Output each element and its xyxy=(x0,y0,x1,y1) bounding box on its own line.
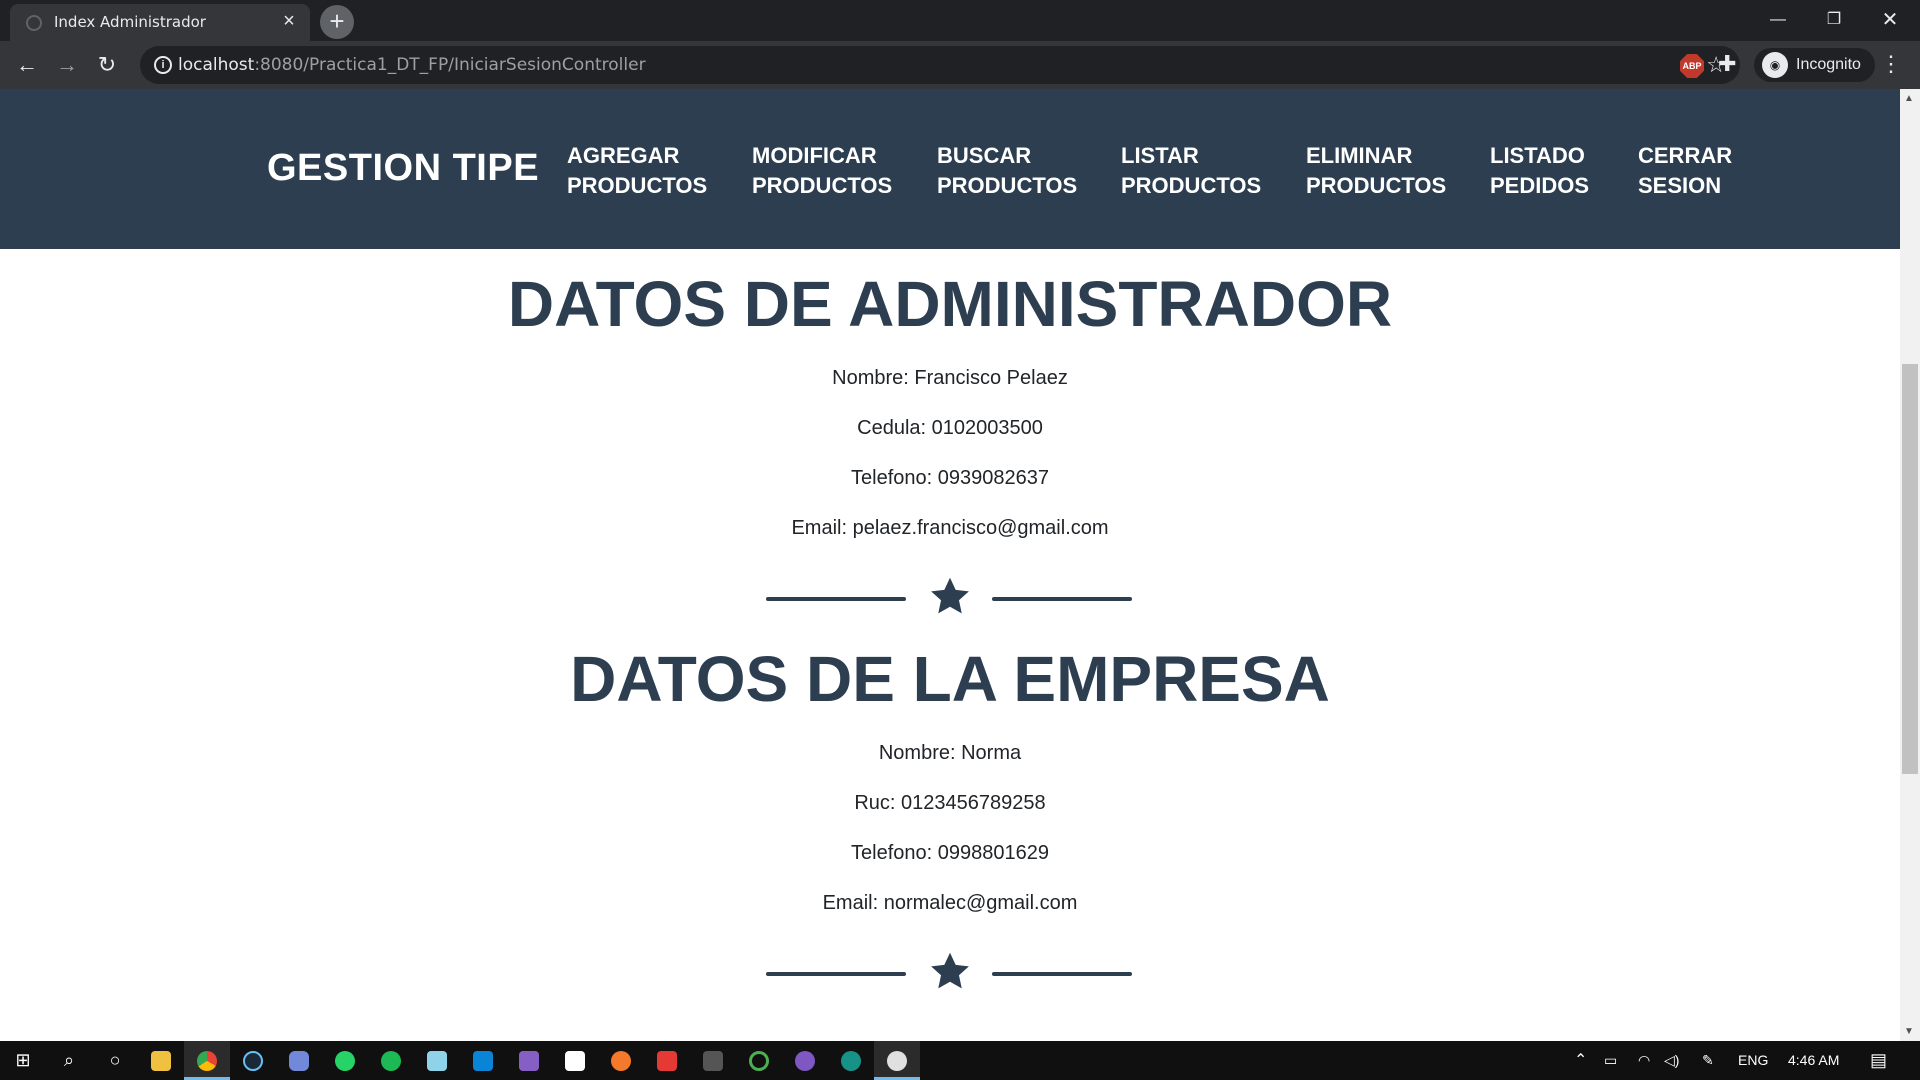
divider-line-right xyxy=(992,972,1132,976)
language-indicator[interactable]: ENG xyxy=(1738,1041,1768,1080)
insect-app-icon[interactable] xyxy=(690,1041,736,1080)
loading-favicon-icon xyxy=(26,15,42,31)
nav-label-line2: PRODUCTOS xyxy=(1306,173,1447,198)
star-divider xyxy=(766,577,1134,621)
steam-icon[interactable] xyxy=(230,1041,276,1080)
search-icon[interactable]: ⌕ xyxy=(46,1041,92,1080)
notifications-icon[interactable]: ▤ xyxy=(1870,1041,1887,1080)
nav-label-line1: AGREGAR xyxy=(567,143,680,168)
star-divider xyxy=(766,952,1134,996)
java-app-icon[interactable] xyxy=(874,1041,920,1080)
divider-line-left xyxy=(766,597,906,601)
admin-email: Email: pelaez.francisco@gmail.com xyxy=(791,517,1109,539)
unity-icon[interactable] xyxy=(552,1041,598,1080)
admin-section-title: DATOS DE ADMINISTRADOR xyxy=(507,268,1393,340)
loading-ring-icon[interactable] xyxy=(736,1041,782,1080)
scroll-up-arrow-icon[interactable]: ▲ xyxy=(1904,93,1914,104)
gitkraken-icon[interactable] xyxy=(828,1041,874,1080)
volume-icon[interactable]: ◁) xyxy=(1664,1041,1679,1080)
page-viewport: GESTION TIPE AGREGAR PRODUCTOS MODIFICAR P… xyxy=(0,89,1920,1041)
spotify-icon[interactable] xyxy=(368,1041,414,1080)
file-explorer-icon[interactable] xyxy=(138,1041,184,1080)
restore-icon[interactable]: ❐ xyxy=(1806,0,1862,40)
incognito-indicator[interactable]: ◉ Incognito xyxy=(1754,48,1875,82)
browser-tab[interactable]: Index Administrador × xyxy=(10,4,310,41)
nav-label-line2: PRODUCTOS xyxy=(1121,173,1262,198)
browser-titlebar: Index Administrador × + — ❐ ✕ xyxy=(0,0,1920,41)
browser-toolbar: ← → ↻ i localhost:8080/Practica1_DT_FP/I… xyxy=(0,41,1920,89)
incognito-icon: ◉ xyxy=(1762,52,1788,78)
nav-label-line1: CERRAR xyxy=(1638,143,1733,168)
admin-nombre: Nombre: Francisco Pelaez xyxy=(832,367,1068,389)
nav-label-line2: PEDIDOS xyxy=(1490,173,1590,198)
tab-title: Index Administrador xyxy=(54,13,206,31)
incognito-label: Incognito xyxy=(1796,56,1861,73)
empresa-ruc: Ruc: 0123456789258 xyxy=(854,792,1046,814)
window-close-icon[interactable]: ✕ xyxy=(1862,0,1918,40)
divider-line-left xyxy=(766,972,906,976)
discord-icon[interactable] xyxy=(276,1041,322,1080)
nav-label-line1: LISTAR xyxy=(1121,143,1199,168)
url-path: :8080/Practica1_DT_FP/IniciarSesionContr… xyxy=(254,55,646,75)
menu-kebab-icon[interactable]: ⋮ xyxy=(1880,51,1902,77)
chrome-icon[interactable] xyxy=(184,1041,230,1080)
windows-taskbar: ⊞ ⌕ ○ ⌃ ▭ ◠ ◁) ✎ ENG 4:46 AM ▤ xyxy=(0,1041,1920,1080)
nav-modificar-productos[interactable]: MODIFICAR PRODUCTOS xyxy=(752,141,892,201)
clock[interactable]: 4:46 AM xyxy=(1788,1041,1839,1080)
admin-telefono: Telefono: 0939082637 xyxy=(851,467,1049,489)
notepad-icon[interactable] xyxy=(414,1041,460,1080)
windows-start-icon[interactable]: ⊞ xyxy=(0,1041,46,1080)
empresa-section-title: DATOS DE LA EMPRESA xyxy=(570,643,1330,715)
site-info-icon[interactable]: i xyxy=(154,56,172,74)
nav-label-line2: PRODUCTOS xyxy=(752,173,893,198)
star-icon xyxy=(931,952,969,989)
forward-icon[interactable]: → xyxy=(52,51,82,79)
nav-buscar-productos[interactable]: BUSCAR PRODUCTOS xyxy=(937,141,1077,201)
visual-studio-icon[interactable] xyxy=(506,1041,552,1080)
nav-label-line2: SESION xyxy=(1638,173,1722,198)
nav-label-line2: PRODUCTOS xyxy=(937,173,1078,198)
nav-label-line1: MODIFICAR xyxy=(752,143,877,168)
cortana-icon[interactable]: ○ xyxy=(92,1041,138,1080)
red-app-icon[interactable] xyxy=(644,1041,690,1080)
pen-icon[interactable]: ✎ xyxy=(1702,1041,1714,1080)
vscode-icon[interactable] xyxy=(460,1041,506,1080)
empresa-email: Email: normalec@gmail.com xyxy=(822,892,1078,914)
address-bar[interactable]: i localhost:8080/Practica1_DT_FP/Iniciar… xyxy=(140,46,1740,84)
nav-cerrar-sesion[interactable]: CERRAR SESION xyxy=(1638,141,1732,201)
new-tab-button[interactable]: + xyxy=(320,5,354,39)
site-navbar: GESTION TIPE AGREGAR PRODUCTOS MODIFICAR P… xyxy=(0,89,1900,249)
admin-cedula: Cedula: 0102003500 xyxy=(857,417,1043,439)
nav-label-line1: BUSCAR xyxy=(937,143,1032,168)
reload-icon[interactable]: ↻ xyxy=(92,51,122,79)
tab-close-icon[interactable]: × xyxy=(278,10,300,32)
nav-eliminar-productos[interactable]: ELIMINAR PRODUCTOS xyxy=(1306,141,1446,201)
app-purple-icon[interactable] xyxy=(782,1041,828,1080)
minimize-icon[interactable]: — xyxy=(1750,0,1806,40)
blender-icon[interactable] xyxy=(598,1041,644,1080)
scroll-down-arrow-icon[interactable]: ▼ xyxy=(1904,1026,1914,1037)
empresa-nombre: Nombre: Norma xyxy=(878,742,1022,764)
nav-label-line2: PRODUCTOS xyxy=(567,173,708,198)
tray-chevron-icon[interactable]: ⌃ xyxy=(1574,1041,1587,1080)
nav-listado-pedidos[interactable]: LISTADO PEDIDOS xyxy=(1490,141,1589,201)
site-brand[interactable]: GESTION TIPE xyxy=(267,147,539,190)
nav-label-line1: ELIMINAR xyxy=(1306,143,1413,168)
divider-line-right xyxy=(992,597,1132,601)
whatsapp-icon[interactable] xyxy=(322,1041,368,1080)
back-icon[interactable]: ← xyxy=(12,51,42,79)
battery-icon[interactable]: ▭ xyxy=(1604,1041,1617,1080)
nav-listar-productos[interactable]: LISTAR PRODUCTOS xyxy=(1121,141,1261,201)
page-scrollbar[interactable]: ▲ ▼ xyxy=(1900,89,1920,1041)
star-icon xyxy=(931,577,969,614)
extensions-puzzle-icon[interactable]: ✚ xyxy=(1718,51,1736,77)
nav-agregar-productos[interactable]: AGREGAR PRODUCTOS xyxy=(567,141,707,201)
wifi-icon[interactable]: ◠ xyxy=(1638,1041,1650,1080)
nav-label-line1: LISTADO xyxy=(1490,143,1585,168)
empresa-telefono: Telefono: 0998801629 xyxy=(851,842,1049,864)
url-text[interactable]: localhost:8080/Practica1_DT_FP/IniciarSe… xyxy=(178,55,646,75)
url-host: localhost xyxy=(178,55,255,75)
scrollbar-thumb[interactable] xyxy=(1902,364,1918,774)
